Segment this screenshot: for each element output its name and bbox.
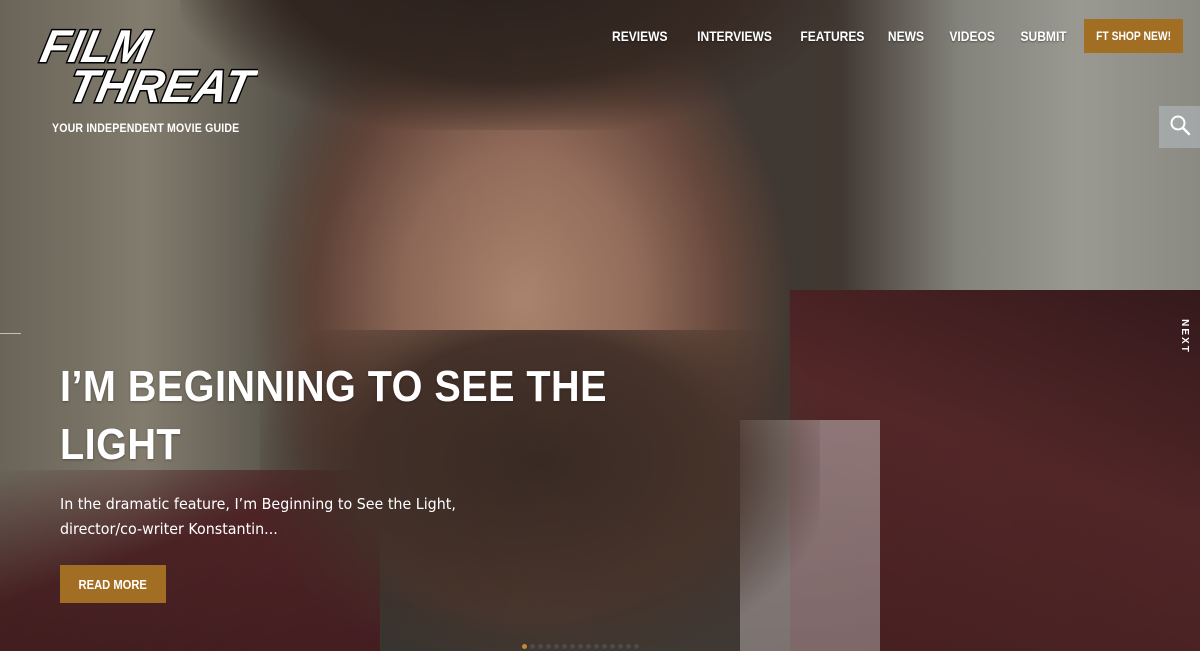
shop-button[interactable]: FT SHOP NEW! — [1084, 19, 1183, 53]
shop-button-label: FT SHOP NEW! — [1096, 29, 1171, 43]
nav-videos[interactable]: VIDEOS — [950, 28, 995, 44]
slider-dot[interactable] — [538, 644, 543, 649]
slider-dot[interactable] — [570, 644, 575, 649]
nav-features[interactable]: FEATURES — [800, 28, 864, 44]
search-icon — [1168, 113, 1192, 142]
search-button[interactable] — [1159, 106, 1200, 148]
main-nav: REVIEWS INTERVIEWS FEATURES NEWS VIDEOS … — [603, 28, 1067, 44]
slider-dot[interactable] — [530, 644, 535, 649]
slider-dot[interactable] — [594, 644, 599, 649]
slider-dot[interactable] — [626, 644, 631, 649]
slider-dot[interactable] — [618, 644, 623, 649]
read-more-button[interactable]: READ MORE — [60, 565, 166, 603]
slider-dot[interactable] — [586, 644, 591, 649]
next-slide-button[interactable]: NEXT — [1176, 316, 1192, 356]
slide-title[interactable]: I’M BEGINNING TO SEE THE LIGHT — [60, 358, 618, 474]
slider-dots — [522, 644, 639, 649]
slider-dot[interactable] — [554, 644, 559, 649]
nav-interviews[interactable]: INTERVIEWS — [697, 28, 772, 44]
logo-text-threat: THREAT — [64, 60, 258, 110]
slider-dot[interactable] — [610, 644, 615, 649]
nav-reviews[interactable]: REVIEWS — [612, 28, 668, 44]
slider-dot[interactable] — [578, 644, 583, 649]
slide-excerpt: In the dramatic feature, I’m Beginning t… — [60, 495, 456, 538]
site-logo[interactable]: FILM THREAT — [18, 18, 263, 113]
site-tagline: YOUR INDEPENDENT MOVIE GUIDE — [52, 121, 240, 135]
nav-submit[interactable]: SUBMIT — [1021, 28, 1067, 44]
next-label: NEXT — [1178, 318, 1190, 354]
slider-dot[interactable] — [546, 644, 551, 649]
read-more-label: READ MORE — [78, 576, 148, 592]
slider-dot[interactable] — [634, 644, 639, 649]
slider-dot[interactable] — [602, 644, 607, 649]
slider-dot[interactable] — [522, 644, 527, 649]
prev-slide-indicator[interactable] — [0, 333, 21, 334]
slider-dot[interactable] — [562, 644, 567, 649]
nav-news[interactable]: NEWS — [888, 28, 924, 44]
